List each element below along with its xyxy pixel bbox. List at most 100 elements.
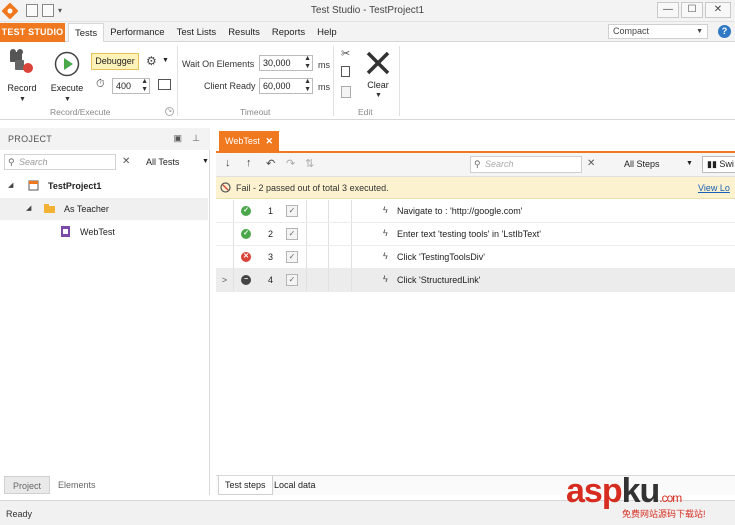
collapse-icon[interactable]: ◢ (8, 175, 13, 197)
wait-on-elements-value: 30,000 (263, 58, 291, 68)
step-row[interactable]: ✕ 3 ✓ ϟ Click 'TestingToolsDiv' (216, 246, 735, 269)
tab-help[interactable]: Help (311, 23, 343, 42)
undo-icon[interactable]: ↶ (266, 157, 275, 170)
steps-search-input[interactable]: ⚲ Search (470, 156, 582, 173)
spinner-arrows-icon[interactable]: ▲ ▼ (304, 55, 311, 71)
paste-icon[interactable] (341, 86, 351, 98)
settings-gear-icon[interactable]: ⚙ (146, 54, 157, 68)
test-studio-menu-tab[interactable]: TEST STUDIO (0, 23, 65, 42)
spinner-arrows-icon[interactable]: ▲ ▼ (304, 78, 311, 94)
move-up-icon[interactable]: ↑ (246, 157, 252, 169)
cut-icon[interactable]: ✂ (341, 47, 350, 60)
copy-icon[interactable] (341, 66, 350, 77)
move-down-icon[interactable]: ↓ (225, 157, 231, 169)
column-divider (306, 200, 307, 222)
record-dropdown-icon[interactable]: ▼ (19, 96, 26, 103)
site-watermark-logo: aspku.com (566, 472, 682, 511)
tab-webtest[interactable]: WebTest ✕ (219, 131, 279, 151)
tree-item-project[interactable]: ◢ TestProject1 (0, 175, 208, 197)
step-enabled-checkbox[interactable]: ✓ (286, 274, 298, 286)
record-icon[interactable] (9, 48, 35, 76)
result-banner: Fail - 2 passed out of total 3 executed.… (216, 177, 735, 199)
tab-results[interactable]: Results (222, 23, 266, 42)
chevron-down-icon[interactable]: ▼ (686, 160, 693, 167)
watermark-asp: asp (566, 472, 623, 510)
step-row[interactable]: > − 4 ✓ ϟ Click 'StructuredLink' (216, 269, 735, 292)
maximize-button[interactable]: ☐ (681, 2, 703, 18)
tab-project[interactable]: Project (4, 476, 51, 494)
fail-result-icon (220, 182, 231, 193)
project-pane-header: PROJECT ▣ ⊥ (0, 128, 210, 150)
ribbon-separator (333, 46, 334, 116)
debugger-toggle[interactable]: Debugger (91, 53, 139, 70)
step-row[interactable]: ✓ 1 ✓ ϟ Navigate to : 'http://google.com… (216, 200, 735, 223)
close-tab-icon[interactable]: ✕ (265, 131, 273, 151)
close-button[interactable]: ✕ (705, 2, 731, 18)
clear-button[interactable]: Clear (364, 80, 392, 90)
row-gutter[interactable] (216, 246, 234, 268)
search-icon: ⚲ (474, 159, 481, 169)
redo-icon[interactable]: ↷ (286, 157, 295, 170)
project-filter-value: All Tests (146, 157, 180, 167)
client-ready-stepper[interactable]: 60,000 ▲ ▼ (259, 78, 313, 94)
column-divider (351, 223, 352, 245)
column-divider (328, 223, 329, 245)
doc-tab-label: WebTest (225, 136, 260, 146)
tab-local-data[interactable]: Local data (268, 476, 322, 495)
chevron-down-icon: ▼ (696, 28, 703, 35)
step-row[interactable]: ✓ 2 ✓ ϟ Enter text 'testing tools' in 'L… (216, 223, 735, 246)
steps-filter-select[interactable]: All Steps (624, 159, 660, 169)
wait-on-elements-label: Wait On Elements (182, 59, 255, 69)
step-description: Click 'TestingToolsDiv' (397, 252, 485, 262)
record-button[interactable]: Record (6, 83, 38, 93)
execute-dropdown-icon[interactable]: ▼ (64, 96, 71, 103)
spinner-arrows-icon[interactable]: ▲ ▼ (141, 78, 148, 94)
row-gutter[interactable] (216, 223, 234, 245)
row-gutter[interactable]: > (216, 269, 234, 291)
project-pane-title: PROJECT (8, 134, 53, 144)
switch-button[interactable]: ▮▮ Swi (702, 156, 735, 173)
folder-icon (44, 204, 55, 213)
settings-dropdown-icon[interactable]: ▼ (162, 57, 169, 64)
step-enabled-checkbox[interactable]: ✓ (286, 251, 298, 263)
run-to-icon[interactable] (158, 79, 171, 90)
collapse-icon[interactable]: ◢ (26, 198, 31, 220)
sort-icon[interactable]: ⇅ (305, 157, 314, 170)
theme-select[interactable]: Compact ▼ (608, 24, 708, 39)
step-enabled-checkbox[interactable]: ✓ (286, 228, 298, 240)
column-divider (306, 246, 307, 268)
wait-on-elements-stepper[interactable]: 30,000 ▲ ▼ (259, 55, 313, 71)
project-filter-select[interactable]: All Tests ▼ (146, 157, 209, 167)
execute-icon[interactable] (54, 51, 80, 77)
step-enabled-checkbox[interactable]: ✓ (286, 205, 298, 217)
tab-test-steps[interactable]: Test steps (218, 476, 273, 495)
clear-search-icon[interactable]: ✕ (587, 158, 595, 169)
project-search-input[interactable]: ⚲ Search (4, 154, 116, 170)
tab-test-lists[interactable]: Test Lists (171, 23, 223, 42)
clear-icon[interactable] (365, 50, 391, 76)
float-pane-icon[interactable]: ▣ (173, 133, 182, 144)
run-speed-stepper[interactable]: 400 ▲ ▼ (112, 78, 150, 94)
view-log-link[interactable]: View Lo (698, 183, 730, 193)
tree-item-folder[interactable]: ◢ As Teacher (0, 198, 208, 220)
tab-tests[interactable]: Tests (68, 23, 105, 42)
watermark-subtitle: 免费网站源码下载站! (622, 509, 706, 519)
group-edit-label: Edit (358, 107, 373, 117)
pin-icon[interactable]: ⊥ (192, 133, 200, 144)
help-icon[interactable]: ? (718, 25, 731, 38)
tab-elements[interactable]: Elements (50, 476, 104, 494)
clear-search-icon[interactable]: ✕ (122, 156, 130, 167)
action-bolt-icon: ϟ (383, 251, 388, 261)
tab-reports[interactable]: Reports (266, 23, 311, 42)
clear-dropdown-icon[interactable]: ▼ (375, 92, 382, 99)
ribbon-tab-bar: TEST STUDIO Tests Performance Test Lists… (0, 22, 735, 42)
status-text: Ready (6, 509, 33, 519)
execute-button[interactable]: Execute (49, 83, 85, 93)
row-gutter[interactable] (216, 200, 234, 222)
group-expand-icon[interactable]: ↘ (165, 107, 174, 116)
tab-performance[interactable]: Performance (104, 23, 170, 42)
tree-item-test[interactable]: WebTest (0, 221, 208, 243)
step-number: 3 (268, 252, 274, 262)
ribbon-separator (399, 46, 400, 116)
minimize-button[interactable]: — (657, 2, 679, 18)
